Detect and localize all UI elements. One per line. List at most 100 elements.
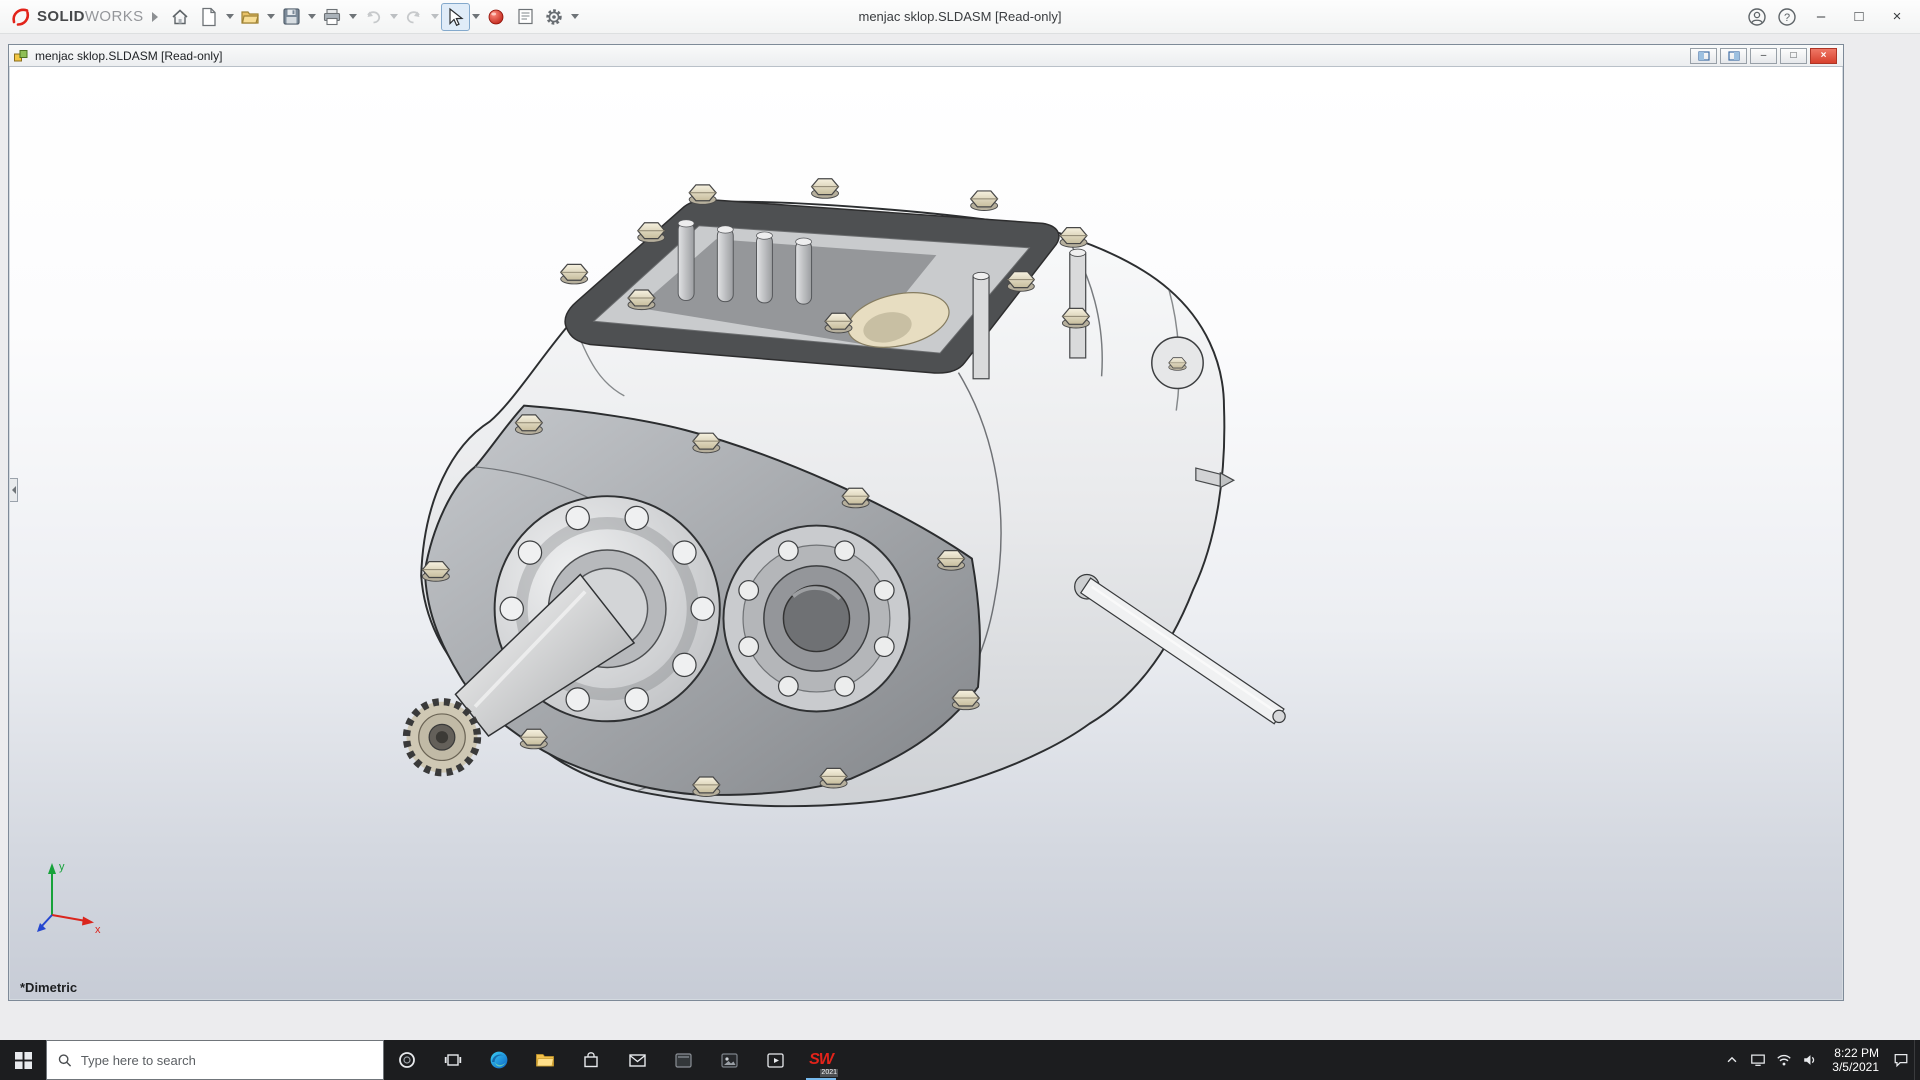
view-orientation-label: *Dimetric (20, 980, 78, 995)
save-icon (282, 8, 300, 25)
movies-app-icon (766, 1052, 784, 1068)
solidworks-version-badge: 2021 (820, 1069, 838, 1077)
window-arrange-button-right[interactable] (1720, 47, 1747, 64)
document-titlebar[interactable]: menjac sklop.SLDASM [Read-only] – □ × (9, 45, 1843, 67)
app-titlebar: SOLIDWORKS menjac sklop.SLDASM [Read-onl… (0, 0, 1920, 34)
home-button[interactable] (166, 3, 195, 31)
x-axis-label: x (95, 924, 101, 936)
search-icon (58, 1053, 72, 1067)
doc-restore-button[interactable]: □ (1780, 47, 1807, 64)
3dexperience-button[interactable] (482, 3, 511, 31)
svg-text:?: ? (1784, 12, 1790, 24)
properties-button[interactable] (511, 3, 540, 31)
toolbar-expand-icon[interactable] (151, 11, 158, 22)
red-sphere-icon (488, 9, 504, 24)
open-caret[interactable] (265, 3, 277, 31)
file-explorer-button[interactable] (522, 1040, 568, 1080)
print-icon (323, 8, 341, 25)
featuremanager-collapsed-tab[interactable] (10, 477, 18, 502)
display-icon (1751, 1054, 1766, 1066)
y-axis-label: y (59, 861, 65, 873)
gearbox-model (402, 178, 1286, 808)
save-button[interactable] (277, 3, 306, 31)
redo-icon (406, 10, 420, 23)
solidworks-app-button[interactable]: SW 2021 (798, 1040, 844, 1080)
print-caret[interactable] (347, 3, 359, 31)
help-button[interactable]: ? (1772, 3, 1802, 31)
document-window: menjac sklop.SLDASM [Read-only] – □ × y … (8, 44, 1844, 1001)
open-folder-icon (241, 10, 259, 24)
spline-coupling (402, 698, 482, 777)
start-button[interactable] (0, 1040, 46, 1080)
store-app-button[interactable] (568, 1040, 614, 1080)
volume-icon (1804, 1055, 1815, 1065)
undo-caret[interactable] (388, 3, 400, 31)
workspace: menjac sklop.SLDASM [Read-only] – □ × y … (0, 34, 1920, 1040)
settings-gear-icon (546, 8, 562, 25)
window-arrange-button-left[interactable] (1690, 47, 1717, 64)
show-desktop-button[interactable] (1914, 1040, 1920, 1080)
doc-minimize-button[interactable]: – (1750, 47, 1777, 64)
taskbar-search[interactable] (46, 1040, 384, 1080)
print-button[interactable] (318, 3, 347, 31)
redo-button[interactable] (400, 3, 429, 31)
app-maximize-button[interactable]: □ (1840, 2, 1878, 32)
settings-caret[interactable] (569, 3, 581, 31)
doc-close-button[interactable]: × (1810, 47, 1837, 64)
photos-app-icon (720, 1052, 738, 1068)
taskbar-clock[interactable]: 8:22 PM 3/5/2021 (1823, 1040, 1888, 1080)
cortana-button[interactable] (384, 1040, 430, 1080)
display-tray-button[interactable] (1745, 1040, 1771, 1080)
mail-app-button[interactable] (614, 1040, 660, 1080)
open-button[interactable] (236, 3, 265, 31)
y-axis-arrow (48, 863, 56, 874)
photos-app-button[interactable] (706, 1040, 752, 1080)
chevron-up-icon (1727, 1056, 1737, 1063)
store-icon (584, 1052, 598, 1068)
task-view-button[interactable] (430, 1040, 476, 1080)
edge-app-button[interactable] (476, 1040, 522, 1080)
new-document-button[interactable] (195, 3, 224, 31)
app-close-button[interactable]: × (1878, 2, 1916, 32)
action-center-icon (1894, 1054, 1908, 1068)
orientation-triad: y x (37, 861, 101, 936)
cortana-icon (399, 1052, 415, 1068)
solidworks-app-icon: SW (809, 1051, 834, 1068)
select-tool-button[interactable] (440, 2, 470, 31)
taskbar: SW 2021 (0, 1040, 1920, 1080)
wifi-icon (1777, 1054, 1791, 1066)
screenshot-app-icon (674, 1052, 692, 1068)
redo-caret[interactable] (429, 3, 441, 31)
new-document-icon (202, 7, 216, 26)
properties-icon (517, 8, 533, 25)
app-minimize-button[interactable]: – (1802, 2, 1840, 32)
network-tray-button[interactable] (1771, 1040, 1797, 1080)
settings-button[interactable] (540, 3, 569, 31)
edge-icon (490, 1051, 508, 1069)
undo-button[interactable] (359, 3, 388, 31)
solidworks-brand: SOLIDWORKS (4, 6, 150, 28)
x-axis-arrow (82, 916, 94, 926)
app-title: menjac sklop.SLDASM [Read-only] (858, 9, 1062, 24)
brand-solid: SOLID (37, 8, 85, 25)
assembly-document-icon (14, 49, 28, 61)
screenshot-app-button[interactable] (660, 1040, 706, 1080)
select-arrow-icon (449, 7, 464, 26)
save-caret[interactable] (306, 3, 318, 31)
clock-date: 3/5/2021 (1832, 1060, 1879, 1074)
help-icon: ? (1778, 7, 1796, 26)
movies-app-button[interactable] (752, 1040, 798, 1080)
task-view-icon (444, 1054, 462, 1066)
action-center-button[interactable] (1888, 1040, 1914, 1080)
viewport-canvas[interactable]: y x *Dimetric (10, 68, 1842, 999)
volume-tray-button[interactable] (1797, 1040, 1823, 1080)
collapse-arrow-icon (11, 485, 16, 494)
window-arrange-icon-left (1697, 50, 1710, 61)
file-explorer-icon (536, 1054, 554, 1067)
select-tool-caret[interactable] (470, 3, 482, 31)
search-input[interactable] (80, 1052, 372, 1068)
account-button[interactable] (1742, 3, 1772, 31)
home-icon (172, 8, 188, 24)
new-document-caret[interactable] (224, 3, 236, 31)
tray-overflow-button[interactable] (1719, 1040, 1745, 1080)
